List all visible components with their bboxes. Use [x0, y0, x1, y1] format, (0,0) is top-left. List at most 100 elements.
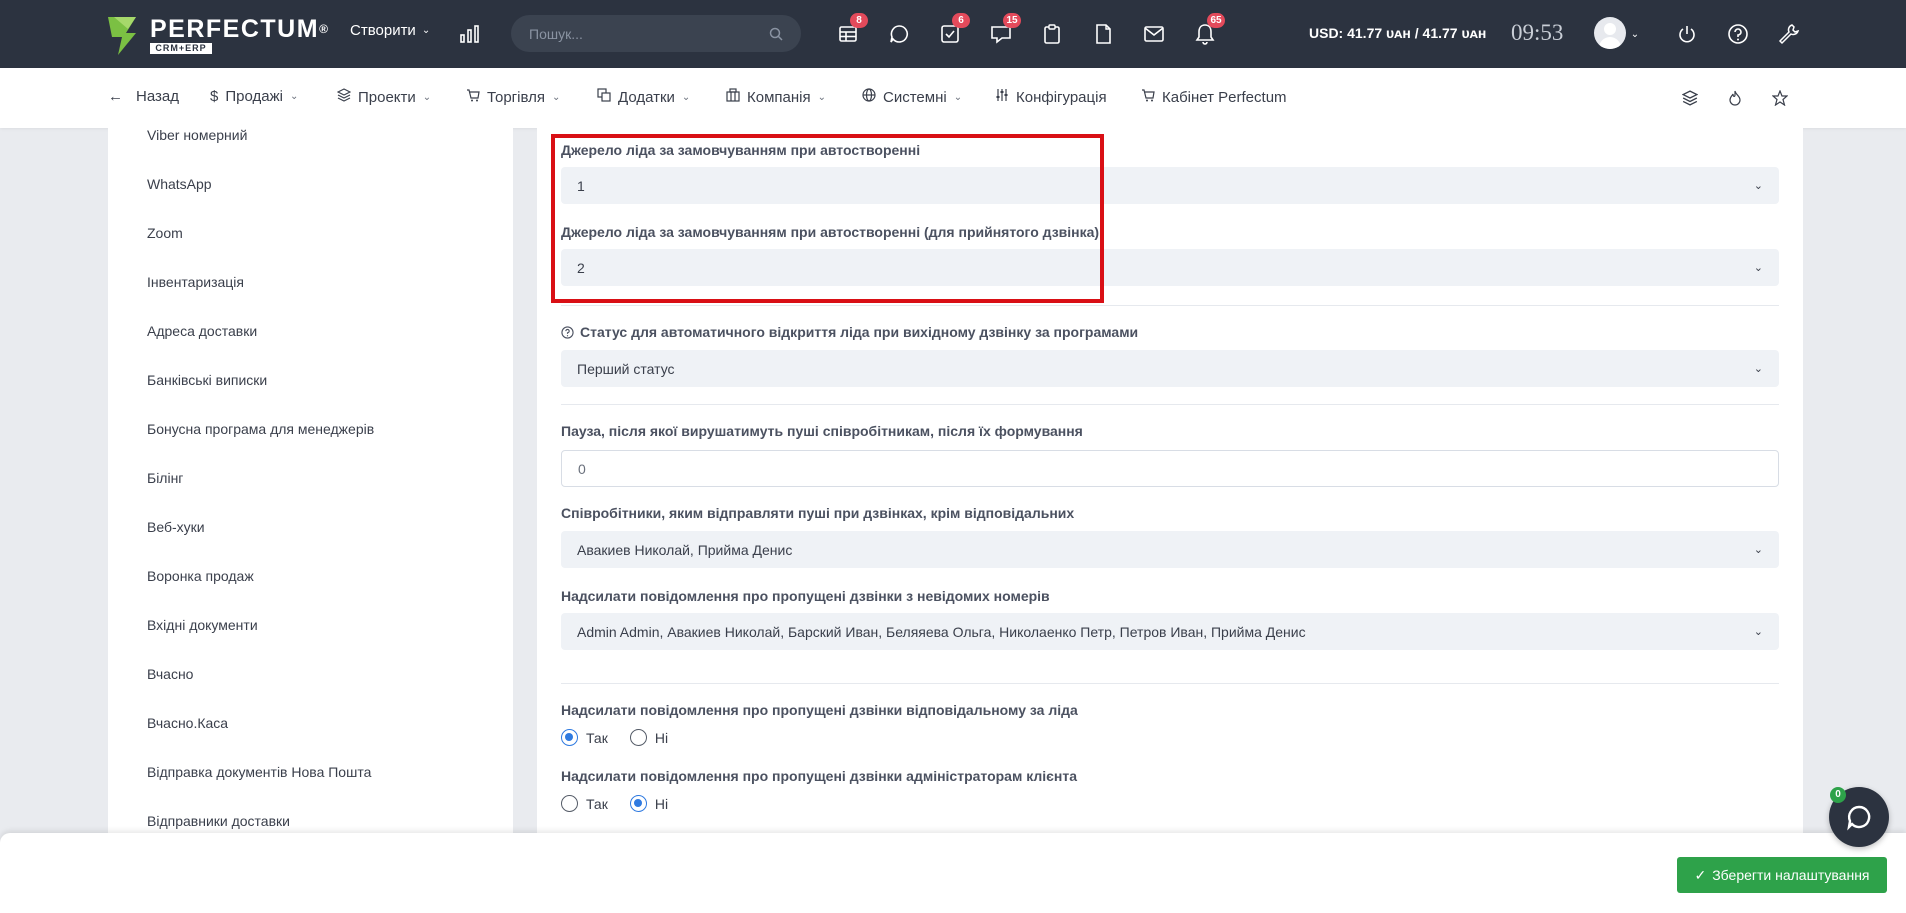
search-icon: [769, 27, 783, 41]
messages-badge: 15: [1003, 13, 1021, 28]
copy-icon: [597, 88, 611, 106]
tasks-table-icon[interactable]: 8: [834, 13, 868, 48]
nav-cabinet-label: Кабінет Perfectum: [1162, 88, 1287, 106]
status-select[interactable]: Перший статус ⌄: [561, 350, 1779, 387]
star-icon[interactable]: [1770, 88, 1790, 108]
clipboard-icon[interactable]: [1038, 20, 1066, 48]
sidebar-item-delivery-address[interactable]: Адреса доставки: [147, 323, 257, 339]
missed-responsible-radio-group: Так Ні: [561, 729, 682, 746]
messages-icon[interactable]: 15: [987, 13, 1021, 48]
missed-responsible-label: Надсилати повідомлення про пропущені дзв…: [561, 702, 1078, 718]
sidebar-item-billing[interactable]: Білінг: [147, 470, 183, 486]
employees-select[interactable]: Авакиев Николай, Прийма Денис ⌄: [561, 531, 1779, 568]
power-icon[interactable]: [1673, 20, 1701, 48]
nav-configuration[interactable]: Конфігурація: [995, 88, 1107, 106]
bell-icon[interactable]: 65: [1191, 13, 1225, 48]
nav-system-label: Системні: [883, 88, 947, 106]
sidebar-item-webhooks[interactable]: Веб-хуки: [147, 519, 205, 535]
nav-addons[interactable]: Додатки ⌄: [597, 88, 690, 106]
chevron-down-icon: ⌄: [1753, 262, 1763, 274]
layers-icon: [336, 88, 352, 106]
nav-sales[interactable]: $ Продажі ⌄: [210, 88, 298, 105]
search-input[interactable]: [529, 25, 759, 42]
help-icon[interactable]: [1724, 20, 1752, 48]
chevron-down-icon: ⌄: [1753, 363, 1763, 375]
sidebar-item-inventory[interactable]: Інвентаризація: [147, 274, 244, 290]
logo-name: PERFECTUM: [150, 15, 320, 43]
divider: [561, 305, 1779, 306]
sidebar-item-viber[interactable]: Viber номерний: [147, 128, 247, 143]
nav-back[interactable]: ← Назад: [108, 88, 179, 105]
currency-rate: USD: 41.77 ᴜᴀʜ / 41.77 ᴜᴀʜ: [1309, 25, 1487, 41]
tasks-badge: 8: [850, 13, 868, 28]
chevron-down-icon: ⌄: [1753, 626, 1763, 638]
question-circle-icon[interactable]: [561, 325, 574, 339]
dollar-icon: $: [210, 88, 219, 105]
missed-unknown-select[interactable]: Admin Admin, Авакиев Николай, Барский Ив…: [561, 613, 1779, 650]
layers-icon[interactable]: [1680, 88, 1700, 108]
reports-chart-icon[interactable]: [456, 20, 484, 48]
arrow-left-icon: ←: [108, 88, 123, 105]
missed-unknown-label: Надсилати повідомлення про пропущені дзв…: [561, 588, 1050, 604]
avatar[interactable]: [1594, 17, 1626, 49]
nav-company[interactable]: Компанія ⌄: [726, 88, 826, 106]
check-icon: ✓: [1694, 866, 1707, 883]
nav-sales-label: Продажі: [225, 88, 283, 105]
sidebar-item-incoming-docs[interactable]: Вхідні документи: [147, 617, 258, 633]
logo-mark-icon: [106, 13, 144, 57]
pause-label: Пауза, після якої вирушатимуть пуші спів…: [561, 423, 1083, 439]
checklist-icon[interactable]: 6: [936, 13, 970, 48]
logo-registered: ®: [319, 22, 330, 36]
chat-bubble-icon[interactable]: [885, 20, 913, 48]
sidebar-item-vchasno-kasa[interactable]: Вчасно.Каса: [147, 715, 228, 731]
sidebar-item-nova-poshta-docs[interactable]: Відправка документів Нова Пошта: [147, 764, 371, 780]
missed-admins-no-radio[interactable]: [629, 795, 647, 812]
employees-label: Співробітники, яким відправляти пуші при…: [561, 505, 1075, 521]
top-bar: PERFECTUM® CRM+ERP Створити ⌄ 8 6 15 65: [0, 0, 1906, 68]
status-value: Перший статус: [577, 360, 675, 377]
nav-trade[interactable]: Торгівля ⌄: [466, 88, 560, 106]
nav-projects[interactable]: Проекти ⌄: [336, 88, 432, 106]
create-label: Створити: [350, 22, 416, 39]
nav-cabinet[interactable]: Кабінет Perfectum: [1141, 88, 1287, 106]
missed-responsible-no-radio[interactable]: [629, 729, 647, 746]
document-icon[interactable]: [1089, 20, 1117, 48]
sidebar-item-bonus-program[interactable]: Бонусна програма для менеджерів: [147, 421, 374, 437]
missed-responsible-yes-radio[interactable]: [561, 729, 578, 746]
building-icon: [726, 88, 740, 106]
save-settings-label: Зберегти налаштування: [1712, 867, 1870, 883]
nav-configuration-label: Конфігурація: [1016, 88, 1107, 106]
create-button[interactable]: Створити ⌄: [350, 22, 430, 39]
chevron-down-icon[interactable]: ⌄: [1628, 20, 1642, 48]
search-box[interactable]: [511, 15, 801, 52]
mail-icon[interactable]: [1140, 20, 1168, 48]
sidebar-item-bank-statements[interactable]: Банківські виписки: [147, 372, 267, 388]
status-label: Статус для автоматичного відкриття ліда …: [580, 324, 1139, 340]
logo[interactable]: PERFECTUM® CRM+ERP: [106, 11, 330, 59]
nav-trade-label: Торгівля: [487, 88, 545, 106]
missed-unknown-value: Admin Admin, Авакиев Николай, Барский Ив…: [577, 623, 1306, 640]
sidebar-item-delivery-senders[interactable]: Відправники доставки: [147, 813, 290, 829]
clock: 09:53: [1511, 20, 1564, 45]
missed-admins-label: Надсилати повідомлення про пропущені дзв…: [561, 768, 1078, 784]
pause-input[interactable]: 0: [561, 450, 1779, 487]
chevron-down-icon: ⌄: [289, 91, 299, 102]
fire-icon[interactable]: [1725, 88, 1745, 108]
sidebar-item-whatsapp[interactable]: WhatsApp: [147, 176, 212, 192]
settings-sidebar: Viber номерний WhatsApp Zoom Інвентариза…: [108, 128, 513, 833]
sidebar-item-zoom[interactable]: Zoom: [147, 225, 183, 241]
chevron-down-icon: ⌄: [681, 91, 691, 103]
sidebar-item-vchasno[interactable]: Вчасно: [147, 666, 193, 682]
chevron-down-icon: ⌄: [1753, 180, 1763, 192]
yes-label: Так: [586, 729, 608, 746]
save-settings-button[interactable]: ✓ Зберегти налаштування: [1677, 857, 1887, 893]
no-label: Ні: [654, 729, 669, 746]
status-field-label: Статус для автоматичного відкриття ліда …: [561, 324, 1138, 340]
chevron-down-icon: ⌄: [422, 91, 432, 103]
divider: [561, 683, 1779, 684]
sidebar-item-sales-funnel[interactable]: Воронка продаж: [147, 568, 254, 584]
bottom-bar: [0, 833, 1906, 913]
wrench-icon[interactable]: [1775, 20, 1803, 48]
missed-admins-yes-radio[interactable]: [561, 795, 578, 812]
nav-system[interactable]: Системні ⌄: [862, 88, 962, 106]
